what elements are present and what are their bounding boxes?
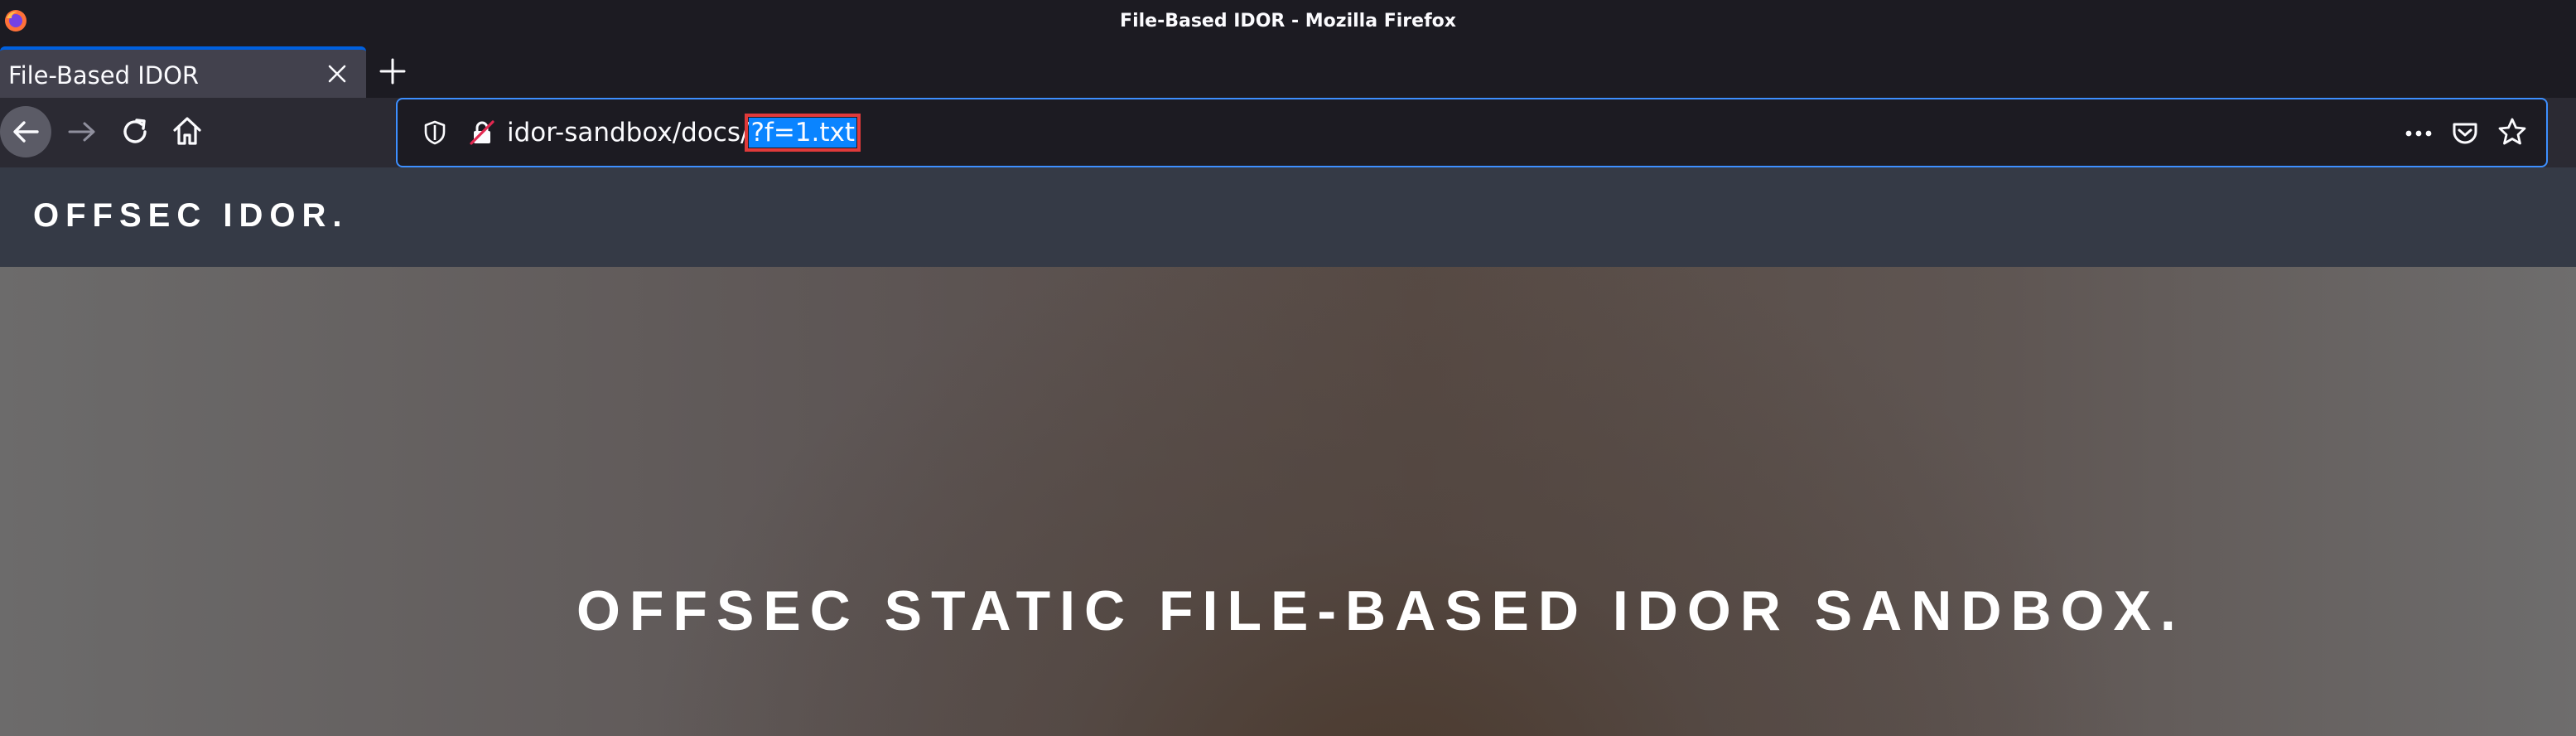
back-button[interactable] [0, 106, 51, 157]
bookmark-star-icon[interactable] [2496, 116, 2528, 148]
pocket-icon[interactable] [2450, 118, 2480, 148]
site-logo[interactable]: OFFSEC IDOR. [33, 197, 348, 235]
new-tab-plus-icon[interactable] [378, 56, 408, 86]
tab-strip: File-Based IDOR [0, 43, 2576, 98]
tracking-protection-shield-icon[interactable] [422, 119, 447, 146]
close-icon[interactable] [326, 63, 348, 85]
window-title: File-Based IDOR - Mozilla Firefox [1120, 11, 1456, 31]
page-actions-more-icon[interactable] [2404, 121, 2434, 146]
hero-title: OFFSEC STATIC FILE-BASED IDOR SANDBOX. [576, 579, 2185, 642]
navigation-toolbar: idor-sandbox/docs/?f=1.txt [0, 98, 2576, 167]
back-arrow-icon [13, 121, 39, 143]
url-base: idor-sandbox/docs/ [507, 118, 750, 148]
url-query-highlight: ?f=1.txt [745, 114, 861, 152]
url-bar[interactable]: idor-sandbox/docs/?f=1.txt [396, 98, 2548, 167]
hero-banner: OFFSEC STATIC FILE-BASED IDOR SANDBOX. [0, 267, 2576, 736]
forward-arrow-icon[interactable] [66, 116, 98, 148]
home-icon[interactable] [171, 114, 204, 148]
window-titlebar: File-Based IDOR - Mozilla Firefox [0, 0, 2576, 43]
reload-icon[interactable] [119, 116, 151, 148]
site-header: OFFSEC IDOR. [0, 167, 2576, 267]
tab-label: File-Based IDOR [8, 61, 200, 90]
insecure-lock-icon[interactable] [469, 119, 495, 146]
tab-file-based-idor[interactable]: File-Based IDOR [0, 46, 366, 98]
url-text[interactable]: idor-sandbox/docs/?f=1.txt [507, 114, 861, 152]
